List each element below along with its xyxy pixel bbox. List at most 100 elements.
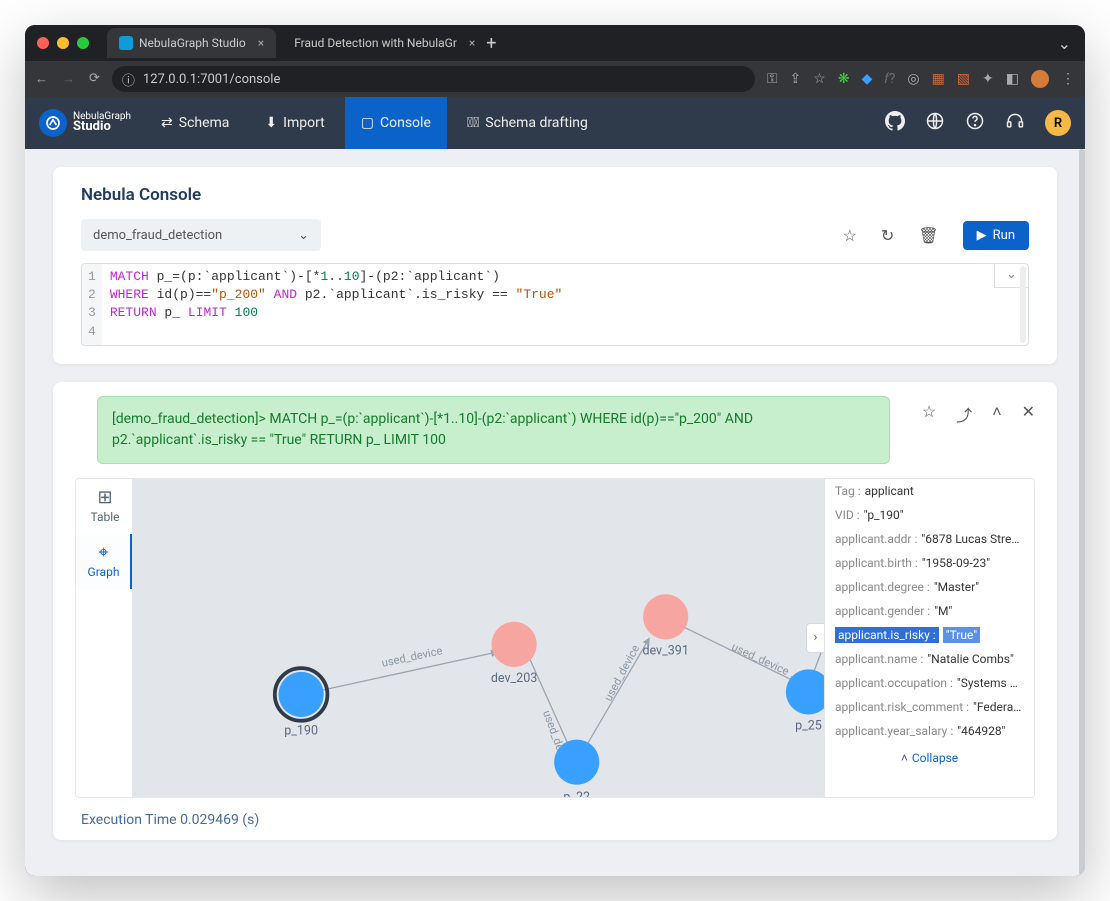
browser-tab[interactable]: NebulaGraph Studio ×: [107, 28, 276, 58]
table-icon: ⊞: [77, 487, 133, 508]
editor-scrollbar[interactable]: [1020, 266, 1026, 343]
tab-table[interactable]: ⊞ Table: [77, 479, 133, 534]
play-icon: ▶: [977, 228, 987, 243]
nav-schema[interactable]: ⇄ Schema: [145, 97, 245, 149]
run-button[interactable]: ▶ Run: [963, 221, 1029, 250]
reload-icon[interactable]: ⟳: [89, 71, 100, 87]
svg-text:dev_391: dev_391: [642, 643, 688, 658]
maximize-window-icon[interactable]: [77, 37, 89, 49]
close-window-icon[interactable]: [37, 37, 49, 49]
console-title: Nebula Console: [81, 185, 1029, 205]
tab-title: Fraud Detection with NebulaGr: [294, 36, 457, 50]
drafting-icon: ✎⃝: [467, 115, 479, 131]
detail-row: applicant.gender :"M": [825, 599, 1034, 623]
tab-title: NebulaGraph Studio: [139, 36, 246, 50]
svg-text:used_device: used_device: [602, 642, 642, 703]
favorite-result-icon[interactable]: ☆: [922, 402, 936, 426]
detail-row: applicant.occupation :"Systems develo: [825, 671, 1034, 695]
close-tab-icon[interactable]: ×: [258, 36, 264, 50]
url-input[interactable]: ⓘ 127.0.0.1:7001/console: [112, 66, 755, 92]
close-tab-icon[interactable]: ×: [469, 36, 475, 50]
editor-code[interactable]: MATCH p_=(p:`applicant`)-[*1..10]-(p2:`a…: [102, 264, 1028, 345]
result-view: ⊞ Table ⌖ Graph: [75, 478, 1035, 798]
kebab-menu-icon[interactable]: ⋮: [1061, 71, 1075, 87]
page-body: Nebula Console demo_fraud_detection ⌄ ☆ …: [25, 149, 1085, 876]
profile-avatar-icon[interactable]: [1031, 70, 1049, 88]
app-navbar: NebulaGraph Studio ⇄ Schema ⬇ Import ▢ C…: [25, 97, 1085, 149]
key-icon[interactable]: ⚿: [767, 71, 778, 87]
execution-time: Execution Time 0.029469 (s): [53, 798, 1057, 830]
nav-label: Schema: [179, 115, 230, 131]
favicon-icon: [119, 36, 133, 50]
svg-text:dev_203: dev_203: [491, 671, 537, 686]
globe-icon[interactable]: [925, 111, 945, 135]
space-name: demo_fraud_detection: [93, 228, 222, 243]
sidepanel-icon[interactable]: ◧: [1006, 71, 1019, 87]
tab-graph[interactable]: ⌖ Graph: [77, 534, 133, 589]
detail-row: applicant.name :"Natalie Combs": [825, 647, 1034, 671]
export-icon[interactable]: ⤴: [956, 402, 972, 426]
chevron-up-icon: ˄: [901, 751, 908, 765]
nav-schema-drafting[interactable]: ✎⃝ Schema drafting: [451, 97, 604, 149]
executed-query-banner: [demo_fraud_detection]> MATCH p_=(p:`app…: [97, 396, 890, 464]
collapse-up-icon[interactable]: ˄: [992, 402, 1001, 426]
app-logo[interactable]: NebulaGraph Studio: [39, 109, 131, 137]
import-icon: ⬇: [265, 115, 277, 131]
result-card: [demo_fraud_detection]> MATCH p_=(p:`app…: [53, 382, 1057, 840]
extension-icon[interactable]: ◎: [907, 71, 919, 87]
help-icon[interactable]: [965, 111, 985, 135]
extension-icon[interactable]: 𝑓?: [884, 71, 895, 87]
history-icon[interactable]: ↻: [881, 226, 894, 245]
star-icon[interactable]: ☆: [813, 71, 826, 87]
forward-icon[interactable]: →: [62, 71, 75, 87]
nav-label: Console: [380, 115, 431, 131]
extension-icon[interactable]: ▧: [957, 71, 970, 87]
browser-extensions: ⚿ ⇪ ☆ ❋ ◆ 𝑓? ◎ ▦ ▧ ✦ ◧ ⋮: [767, 70, 1075, 88]
nav-import[interactable]: ⬇ Import: [249, 97, 340, 149]
query-editor[interactable]: 1 2 3 4 MATCH p_=(p:`applicant`)-[*1..10…: [81, 263, 1029, 346]
detail-row: applicant.risk_comment :"Federal notic: [825, 695, 1034, 719]
editor-gutter: 1 2 3 4: [82, 264, 102, 345]
detail-row: applicant.degree :"Master": [825, 575, 1034, 599]
graph-icon: ⌖: [77, 542, 130, 563]
tabs-dropdown-icon[interactable]: ⌄: [1058, 34, 1071, 53]
share-icon[interactable]: ⇪: [790, 71, 802, 87]
detail-row: Tag :applicant: [825, 479, 1034, 503]
tab-label: Graph: [88, 565, 120, 579]
space-selector[interactable]: demo_fraud_detection ⌄: [81, 219, 321, 251]
clear-icon[interactable]: 🗑: [918, 226, 938, 245]
logo-badge-icon: [39, 109, 67, 137]
browser-tabstrip: NebulaGraph Studio × Fraud Detection wit…: [25, 25, 1085, 61]
close-result-icon[interactable]: ✕: [1022, 402, 1035, 426]
tab-label: Table: [90, 510, 119, 524]
minimize-window-icon[interactable]: [57, 37, 69, 49]
extension-icon[interactable]: ❋: [838, 71, 850, 87]
new-tab-button[interactable]: +: [486, 33, 496, 54]
nav-console[interactable]: ▢ Console: [345, 97, 447, 149]
collapse-button[interactable]: ˄Collapse: [825, 743, 1034, 773]
detail-row: applicant.year_salary :"464928": [825, 719, 1034, 743]
console-card: Nebula Console demo_fraud_detection ⌄ ☆ …: [53, 167, 1057, 364]
run-label: Run: [993, 228, 1015, 243]
favorite-icon[interactable]: ☆: [843, 226, 857, 245]
headset-icon[interactable]: [1005, 111, 1025, 135]
logo-text: NebulaGraph Studio: [73, 112, 131, 134]
browser-tab[interactable]: Fraud Detection with NebulaGr ×: [276, 28, 476, 58]
extension-icon[interactable]: ◆: [862, 71, 873, 87]
extensions-puzzle-icon[interactable]: ✦: [982, 71, 994, 87]
console-icon: ▢: [361, 115, 374, 131]
github-icon[interactable]: [885, 111, 905, 135]
window-controls[interactable]: [37, 37, 89, 49]
sidepanel-toggle[interactable]: ›: [806, 623, 824, 653]
node-detail-panel: Tag :applicant VID :"p_190" applicant.ad…: [824, 479, 1034, 797]
detail-row-highlight: applicant.is_risky :"True": [825, 623, 1034, 647]
detail-row: applicant.birth :"1958-09-23": [825, 551, 1034, 575]
back-icon[interactable]: ←: [35, 71, 48, 87]
svg-text:p_25: p_25: [795, 718, 822, 733]
site-info-icon[interactable]: ⓘ: [122, 70, 135, 89]
extension-icon[interactable]: ▦: [932, 71, 945, 87]
chevron-down-icon: ⌄: [298, 228, 309, 243]
user-avatar[interactable]: R: [1045, 110, 1071, 136]
nav-label: Import: [283, 115, 325, 131]
browser-addressbar: ← → ⟳ ⓘ 127.0.0.1:7001/console ⚿ ⇪ ☆ ❋ ◆…: [25, 61, 1085, 97]
